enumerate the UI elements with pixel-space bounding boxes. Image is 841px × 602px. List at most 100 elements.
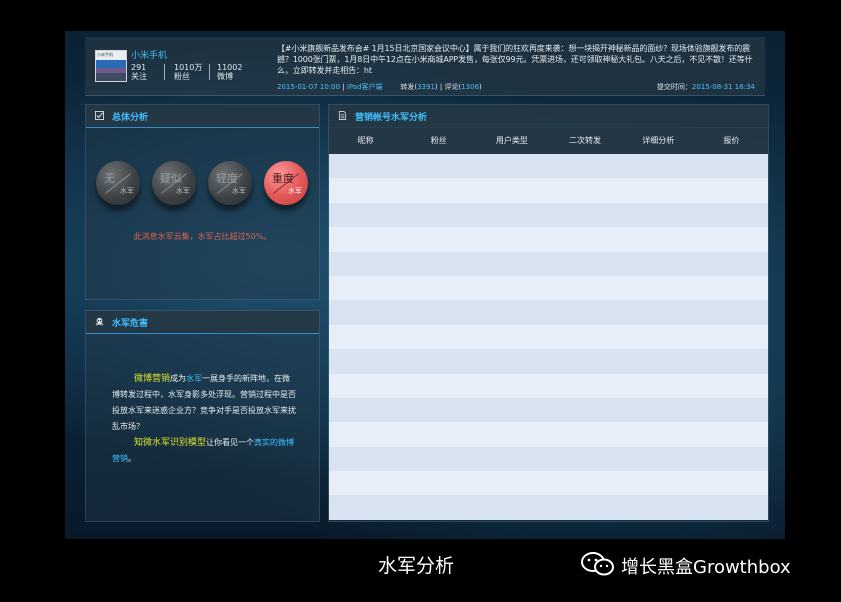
level-heavy-badge: 重度 水军 xyxy=(264,161,308,205)
risk-text-segment: 让你看见一个 xyxy=(206,438,255,447)
submit-label: 提交时间： xyxy=(656,83,692,91)
col-detail-analysis[interactable]: 详细分析 xyxy=(621,127,695,154)
table-cell xyxy=(329,373,403,398)
verdict-text: 此消息水军云集，水军占比超过50%。 xyxy=(133,232,272,241)
table-cell xyxy=(548,324,622,350)
table-cell xyxy=(621,397,695,423)
overall-header: 总体分析 xyxy=(86,105,319,128)
table-cell xyxy=(694,397,768,423)
table-cell xyxy=(475,202,549,228)
table-cell xyxy=(402,349,476,374)
table-cell xyxy=(329,446,403,472)
table-row xyxy=(329,227,768,252)
table-cell xyxy=(694,227,768,252)
table-cell xyxy=(329,349,403,374)
table-cell xyxy=(475,300,549,325)
table-cell xyxy=(548,251,622,276)
table-cell xyxy=(329,422,403,447)
table-row xyxy=(329,202,768,228)
table-cell xyxy=(329,324,403,350)
col-nickname[interactable]: 昵称 xyxy=(329,127,403,154)
marketing-accounts-table: 昵称 粉丝 用户类型 二次转发 详细分析 报价 xyxy=(329,127,768,520)
divider xyxy=(164,64,165,80)
col-secondary-repost[interactable]: 二次转发 xyxy=(548,127,622,154)
post-client: iPad客户端 xyxy=(346,83,383,91)
table-row xyxy=(329,495,768,520)
table-cell xyxy=(475,422,549,447)
table-cell xyxy=(548,495,622,520)
level-bottom: 水军 xyxy=(288,187,302,195)
table-row xyxy=(329,300,768,325)
risk-header: 水军危害 xyxy=(86,311,319,334)
table-cell xyxy=(402,373,476,398)
table-row xyxy=(329,349,768,374)
post-content: 【#小米旗舰新品发布会# 1月15日北京国家会议中心】属于我们的狂欢再度来袭：想… xyxy=(277,44,753,75)
table-cell xyxy=(475,397,549,423)
account-name[interactable]: 小米手机 xyxy=(131,48,167,61)
table-cell xyxy=(329,300,403,325)
account-avatar[interactable]: 小米手机 xyxy=(95,50,127,82)
table-cell xyxy=(402,495,476,520)
risk-blue-term: 水军 xyxy=(186,374,203,383)
table-cell xyxy=(621,446,695,472)
table-row xyxy=(329,275,768,301)
col-user-type[interactable]: 用户类型 xyxy=(475,127,549,154)
level-bottom: 水军 xyxy=(176,187,190,195)
post-card: 小米手机 小米手机 291 关注 1010万 粉丝 11002 微博 【#小米旗… xyxy=(85,37,765,96)
table-header: 营销帐号水军分析 xyxy=(329,105,768,128)
col-followers[interactable]: 粉丝 xyxy=(402,127,476,154)
table-cell xyxy=(621,227,695,252)
table-row xyxy=(329,154,768,179)
table-cell xyxy=(475,495,549,520)
table-cell xyxy=(475,324,549,350)
table-cell xyxy=(548,446,622,472)
table-cell xyxy=(402,154,476,179)
table-cell xyxy=(621,324,695,350)
table-cell xyxy=(402,178,476,203)
table-cell xyxy=(402,422,476,447)
level-top: 无 xyxy=(104,172,115,185)
table-cell xyxy=(621,251,695,276)
table-cell xyxy=(621,300,695,325)
table-cell xyxy=(402,251,476,276)
stat-value: 11002 xyxy=(217,63,243,72)
table-row xyxy=(329,324,768,350)
risk-panel: 水军危害 微博营销成为水军一展身手的新阵地，在微博转发过程中，水军身影多处浮现。… xyxy=(85,310,320,522)
stat-label: 关注 xyxy=(131,72,147,81)
risk-text: 微博营销成为水军一展身手的新阵地，在微博转发过程中，水军身影多处浮现。营销过程中… xyxy=(112,371,296,467)
comment-count[interactable]: 1306 xyxy=(461,83,479,91)
repost-label: 转发 xyxy=(400,83,415,91)
table-cell xyxy=(548,275,622,301)
table-cell xyxy=(402,324,476,350)
table-cell xyxy=(329,178,403,203)
table-cell xyxy=(621,202,695,228)
table-cell xyxy=(329,471,403,496)
table-row xyxy=(329,471,768,496)
table-cell xyxy=(329,202,403,228)
table-cell xyxy=(548,471,622,496)
level-top: 疑似 xyxy=(160,172,182,185)
post-time: 2015-01-07 10:00 xyxy=(277,83,341,91)
risk-text-segment: 。 xyxy=(128,454,136,463)
divider xyxy=(209,64,210,80)
table-row xyxy=(329,446,768,472)
table-cell xyxy=(475,251,549,276)
table-cell xyxy=(694,495,768,520)
table-cell xyxy=(621,471,695,496)
table-cell xyxy=(694,275,768,301)
dashboard-screen: 小米手机 小米手机 291 关注 1010万 粉丝 11002 微博 【#小米旗… xyxy=(65,31,785,539)
submit-time-value: 2015-08-31 16:34 xyxy=(691,83,755,91)
table-cell xyxy=(329,495,403,520)
table-row xyxy=(329,373,768,398)
table-cell xyxy=(548,397,622,423)
overall-title: 总体分析 xyxy=(112,113,149,123)
risk-text-segment: 成为 xyxy=(170,374,187,383)
table-cell xyxy=(475,154,549,179)
table-cell xyxy=(694,202,768,228)
repost-count[interactable]: 3391 xyxy=(417,83,435,91)
table-cell xyxy=(621,349,695,374)
table-cell xyxy=(402,397,476,423)
table-cell xyxy=(329,397,403,423)
col-price[interactable]: 报价 xyxy=(694,127,768,154)
table-cell xyxy=(694,349,768,374)
